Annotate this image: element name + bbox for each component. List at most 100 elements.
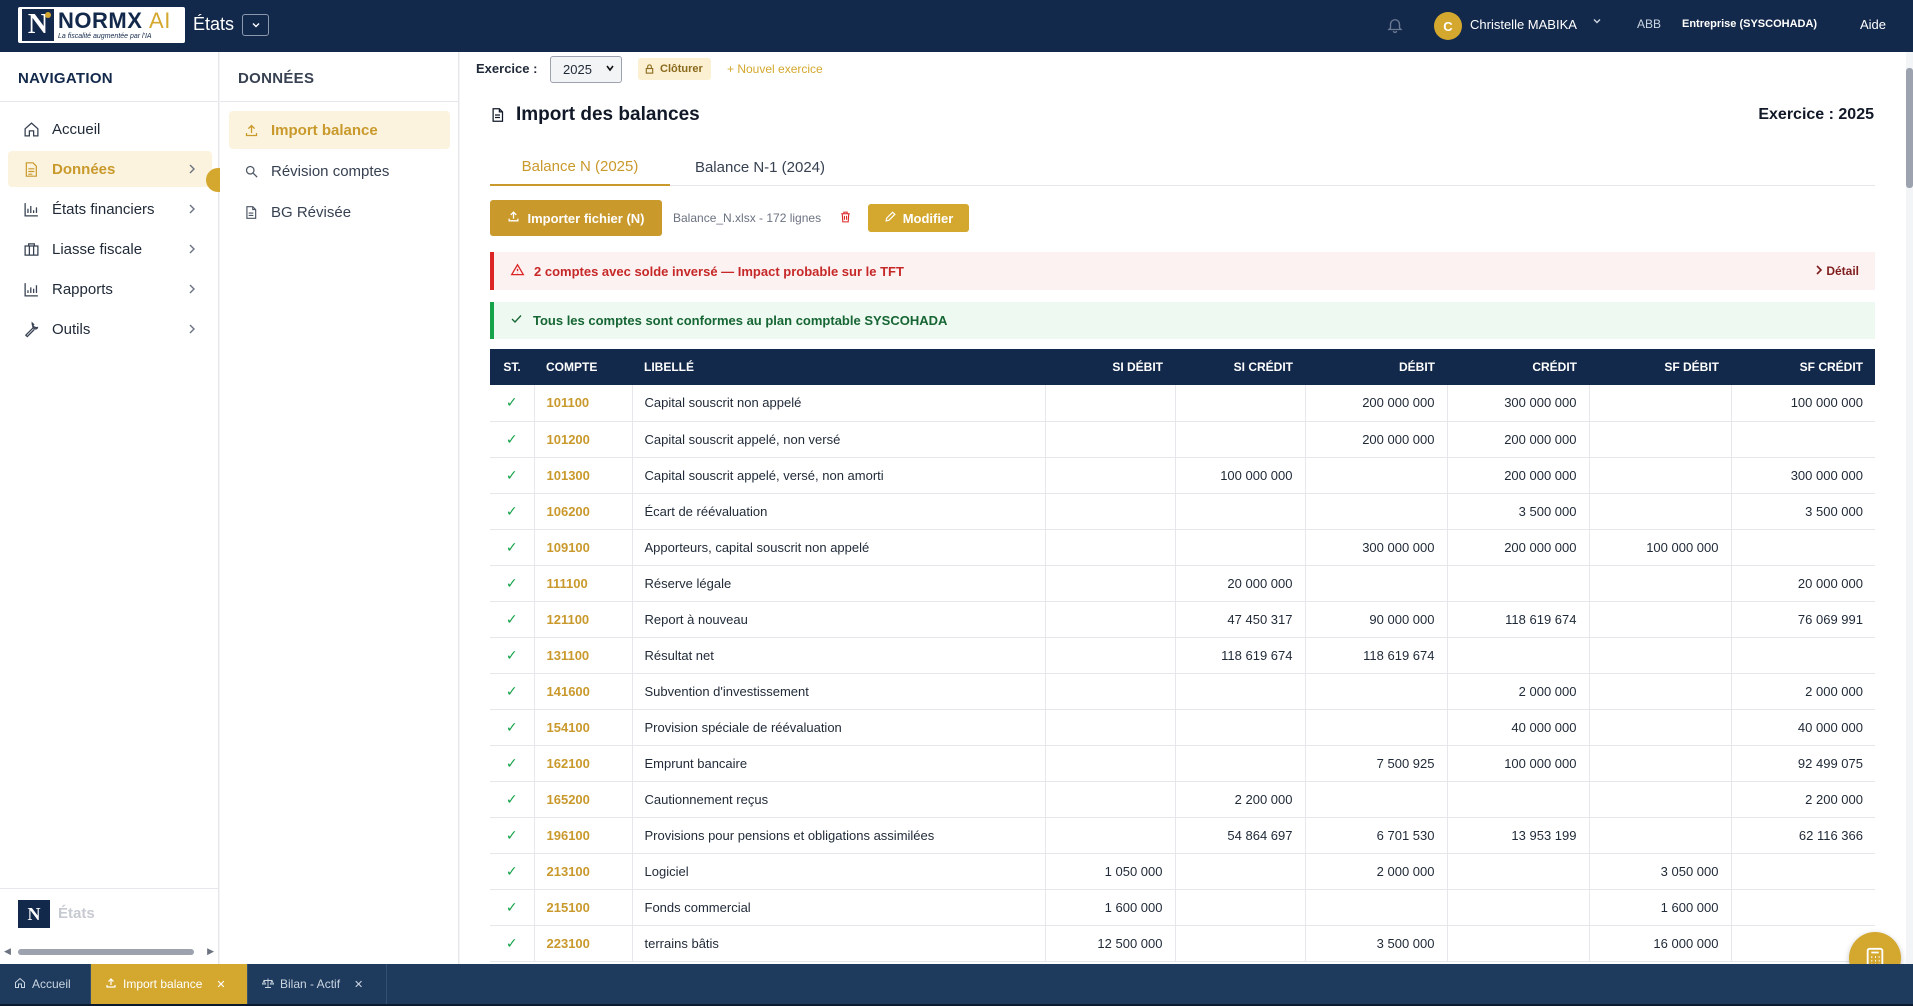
bottom-tab-label: Bilan - Actif xyxy=(280,977,341,991)
debit-cell: 3 500 000 xyxy=(1304,925,1447,962)
chevron-down-icon xyxy=(605,63,615,76)
table-row[interactable]: ✓ 101200 Capital souscrit appelé, non vers… xyxy=(490,421,1875,458)
compte-cell[interactable]: 223100 xyxy=(533,925,632,962)
cloturer-button[interactable]: Clôturer xyxy=(638,58,711,80)
table-row[interactable]: ✓ 162100 Emprunt bancaire 7 500 925 100 000 … xyxy=(490,745,1875,782)
table-row[interactable]: ✓ 223100 terrains bâtis 12 500 000 3 500 000… xyxy=(490,925,1875,962)
sf-debit-cell xyxy=(1588,421,1731,458)
col-header-sf-debit[interactable]: SF DÉBIT xyxy=(1589,349,1731,385)
col-header-compte[interactable]: COMPTE xyxy=(534,349,632,385)
table-header-row: ST. COMPTE LIBELLÉ SI DÉBIT SI CRÉDIT DÉ… xyxy=(490,349,1875,385)
compte-cell[interactable]: 121100 xyxy=(533,601,632,638)
user-menu-chevron-icon[interactable] xyxy=(1592,16,1602,29)
delete-file-trash-icon[interactable] xyxy=(839,210,853,224)
compte-cell[interactable]: 131100 xyxy=(533,637,632,674)
app-logo[interactable]: N NORMX AI La fiscalité augmentée par l'… xyxy=(18,7,185,43)
table-row[interactable]: ✓ 106200 Écart de réévaluation 3 500 000 3 5… xyxy=(490,493,1875,530)
bottom-tab-import-balance[interactable]: Import balance ✕ xyxy=(91,964,248,1004)
table-row[interactable]: ✓ 165200 Cautionnement reçus 2 200 000 2 200… xyxy=(490,781,1875,818)
compte-cell[interactable]: 213100 xyxy=(533,853,632,890)
status-cell: ✓ xyxy=(490,709,534,746)
nouvel-exercice-link[interactable]: + Nouvel exercice xyxy=(727,62,823,76)
si-debit-cell xyxy=(1044,457,1175,494)
compte-cell[interactable]: 196100 xyxy=(533,817,632,854)
main-vertical-scrollbar[interactable] xyxy=(1906,52,1913,964)
table-row[interactable]: ✓ 196100 Provisions pour pensions et oblig… xyxy=(490,817,1875,854)
nav-item-outils[interactable]: Outils xyxy=(8,311,212,347)
compte-cell[interactable]: 101300 xyxy=(533,457,632,494)
entreprise-selector[interactable]: Entreprise (SYSCOHADA) xyxy=(1682,18,1817,30)
exercice-select[interactable]: 2025 xyxy=(550,56,622,83)
table-row[interactable]: ✓ 213100 Logiciel 1 050 000 2 000 000 3 050 0… xyxy=(490,853,1875,890)
table-row[interactable]: ✓ 215100 Fonds commercial 1 600 000 1 600 00… xyxy=(490,889,1875,926)
libelle-cell: Résultat net xyxy=(631,637,1045,674)
user-name[interactable]: Christelle MABIKA xyxy=(1470,17,1577,32)
libelle-cell: Report à nouveau xyxy=(631,601,1045,638)
compte-cell[interactable]: 215100 xyxy=(533,889,632,926)
compte-cell[interactable]: 111100 xyxy=(533,565,632,602)
col-header-st[interactable]: ST. xyxy=(490,349,534,385)
scroll-right-arrow-icon[interactable]: ▶ xyxy=(207,946,214,957)
compte-cell[interactable]: 101200 xyxy=(533,421,632,458)
org-code[interactable]: ABB xyxy=(1637,17,1661,31)
scroll-left-arrow-icon[interactable]: ◀ xyxy=(4,946,11,957)
scrollbar-thumb[interactable] xyxy=(1906,68,1913,188)
debit-cell: 118 619 674 xyxy=(1304,637,1447,674)
si-credit-cell: 47 450 317 xyxy=(1174,601,1305,638)
help-link[interactable]: Aide xyxy=(1860,17,1886,32)
compte-cell[interactable]: 141600 xyxy=(533,673,632,710)
nav-horizontal-scrollbar[interactable]: ◀ ▶ xyxy=(4,946,214,958)
col-header-libelle[interactable]: LIBELLÉ xyxy=(632,349,1045,385)
subnav-item-revision-comptes[interactable]: Révision comptes xyxy=(229,152,450,190)
modify-button[interactable]: Modifier xyxy=(868,204,969,232)
table-row[interactable]: ✓ 101300 Capital souscrit appelé, versé, n… xyxy=(490,457,1875,494)
subnav-item-import-balance[interactable]: Import balance xyxy=(229,111,450,149)
si-debit-cell xyxy=(1044,493,1175,530)
status-cell: ✓ xyxy=(490,853,534,890)
notifications-bell-icon[interactable] xyxy=(1386,16,1404,34)
subnav-item-bg-revisee[interactable]: BG Révisée xyxy=(229,193,450,231)
bottom-tab-accueil[interactable]: Accueil xyxy=(0,964,91,1004)
table-row[interactable]: ✓ 121100 Report à nouveau 47 450 317 90 000 … xyxy=(490,601,1875,638)
detail-label: Détail xyxy=(1826,264,1859,278)
col-header-si-debit[interactable]: SI DÉBIT xyxy=(1045,349,1175,385)
nav-item-accueil[interactable]: Accueil xyxy=(8,111,212,147)
bottom-tab-bilan-actif[interactable]: Bilan - Actif ✕ xyxy=(248,964,387,1004)
col-header-debit[interactable]: DÉBIT xyxy=(1305,349,1447,385)
scrollbar-thumb[interactable] xyxy=(18,949,194,955)
detail-toggle[interactable]: Détail xyxy=(1815,264,1859,278)
compte-cell[interactable]: 101100 xyxy=(533,385,632,422)
table-row[interactable]: ✓ 141600 Subvention d'investissement 2 000 … xyxy=(490,673,1875,710)
compte-cell[interactable]: 109100 xyxy=(533,529,632,566)
compte-cell[interactable]: 165200 xyxy=(533,781,632,818)
tab-balance-n[interactable]: Balance N (2025) xyxy=(490,148,670,186)
close-tab-icon[interactable]: ✕ xyxy=(216,978,225,991)
credit-cell xyxy=(1446,565,1589,602)
nav-item-donnees[interactable]: Données xyxy=(8,151,212,187)
table-row[interactable]: ✓ 109100 Apporteurs, capital souscrit non … xyxy=(490,529,1875,566)
si-credit-cell: 54 864 697 xyxy=(1174,817,1305,854)
table-row[interactable]: ✓ 131100 Résultat net 118 619 674 118 619 67… xyxy=(490,637,1875,674)
sf-credit-cell: 100 000 000 xyxy=(1730,385,1875,422)
si-credit-cell xyxy=(1174,889,1305,926)
import-file-button[interactable]: Importer fichier (N) xyxy=(490,200,662,236)
balance-table-body: ✓ 101100 Capital souscrit non appelé 200 00… xyxy=(490,385,1875,962)
col-header-sf-credit[interactable]: SF CRÉDIT xyxy=(1731,349,1875,385)
compte-cell[interactable]: 106200 xyxy=(533,493,632,530)
table-row[interactable]: ✓ 101100 Capital souscrit non appelé 200 00… xyxy=(490,385,1875,422)
compte-cell[interactable]: 154100 xyxy=(533,709,632,746)
user-avatar[interactable]: C xyxy=(1434,12,1462,40)
file-icon xyxy=(243,204,259,220)
nav-item-rapports[interactable]: Rapports xyxy=(8,271,212,307)
table-row[interactable]: ✓ 154100 Provision spéciale de réévaluatio… xyxy=(490,709,1875,746)
compte-cell[interactable]: 162100 xyxy=(533,745,632,782)
close-tab-icon[interactable]: ✕ xyxy=(354,978,363,991)
col-header-si-credit[interactable]: SI CRÉDIT xyxy=(1175,349,1305,385)
tab-balance-n-1[interactable]: Balance N-1 (2024) xyxy=(670,148,850,186)
nav-item-liasse-fiscale[interactable]: Liasse fiscale xyxy=(8,231,212,267)
section-dropdown-button[interactable] xyxy=(242,14,269,36)
nav-item-etats-financiers[interactable]: États financiers xyxy=(8,191,212,227)
table-row[interactable]: ✓ 111100 Réserve légale 20 000 000 20 000 00… xyxy=(490,565,1875,602)
col-header-credit[interactable]: CRÉDIT xyxy=(1447,349,1589,385)
upload-icon xyxy=(243,122,259,138)
